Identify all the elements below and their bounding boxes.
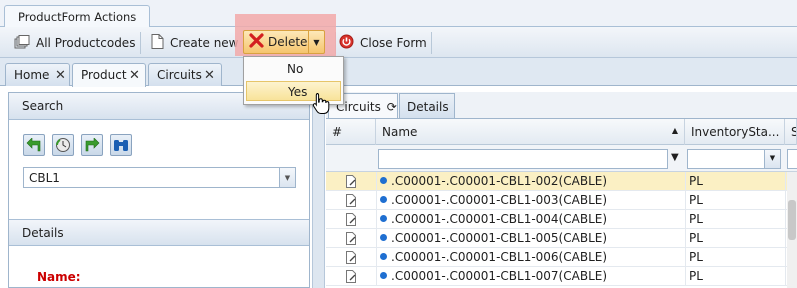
power-icon xyxy=(339,34,354,52)
tab-circuits-label: Circuits xyxy=(157,68,202,82)
binoculars-icon[interactable] xyxy=(110,134,132,156)
chevron-down-icon[interactable]: ▼ xyxy=(764,150,780,168)
chevron-down-icon[interactable]: ▼ xyxy=(308,31,324,53)
column-header-s[interactable]: S xyxy=(785,119,797,145)
edit-icon[interactable] xyxy=(346,251,357,264)
close-icon[interactable]: ✕ xyxy=(129,68,140,83)
grid-header: # Name ▲ InventorySta... S xyxy=(326,119,797,145)
table-row[interactable]: .C00001-.C00001-CBL1-002(CABLE) PL Cl xyxy=(326,172,797,191)
grid-scrollbar-thumb[interactable] xyxy=(788,200,796,240)
all-productcodes-label: All Productcodes xyxy=(36,36,136,50)
tab-details[interactable]: Details xyxy=(399,93,455,118)
tab-home-label: Home xyxy=(14,68,50,82)
row-inventory-cell: PL xyxy=(689,250,703,264)
refresh-clock-icon[interactable] xyxy=(52,134,74,156)
toolbar-separator xyxy=(140,32,141,54)
column-header-name-label: Name xyxy=(382,125,418,139)
left-panel: Search Details xyxy=(8,92,310,288)
row-name-cell: .C00001-.C00001-CBL1-006(CABLE) xyxy=(380,250,607,264)
toolbar: All Productcodes Create new Close Form xyxy=(0,27,797,58)
row-name: .C00001-.C00001-CBL1-005(CABLE) xyxy=(391,231,608,245)
tab-product[interactable]: Product ✕ xyxy=(72,63,146,87)
row-name-cell: .C00001-.C00001-CBL1-003(CABLE) xyxy=(380,193,607,207)
create-new-label: Create new xyxy=(170,36,239,50)
row-inventory-cell: PL xyxy=(689,174,703,188)
forward-arrow-icon[interactable] xyxy=(81,134,103,156)
row-name-cell: .C00001-.C00001-CBL1-004(CABLE) xyxy=(380,212,607,226)
status-dot-icon xyxy=(380,272,387,279)
row-inventory-cell: PL xyxy=(689,193,703,207)
row-name: .C00001-.C00001-CBL1-002(CABLE) xyxy=(391,174,608,188)
status-dot-icon xyxy=(380,234,387,241)
status-dot-icon xyxy=(380,196,387,203)
details-panel-header[interactable]: Details xyxy=(9,219,309,246)
filter-icon[interactable]: ▼ xyxy=(671,152,679,163)
table-row[interactable]: .C00001-.C00001-CBL1-003(CABLE) PL Cl xyxy=(326,191,797,210)
table-row[interactable]: .C00001-.C00001-CBL1-004(CABLE) PL Cl xyxy=(326,210,797,229)
name-filter-input[interactable] xyxy=(378,149,668,169)
right-panel-tabstrip: Circuits ⟳ Details xyxy=(326,92,797,119)
all-productcodes-button[interactable]: All Productcodes xyxy=(14,31,135,55)
row-inventory-cell: PL xyxy=(689,231,703,245)
sort-ascending-icon: ▲ xyxy=(671,126,678,135)
delete-x-icon xyxy=(249,33,264,51)
close-form-label: Close Form xyxy=(360,36,427,50)
row-name: .C00001-.C00001-CBL1-004(CABLE) xyxy=(391,212,608,226)
ribbon-tab-productform-actions[interactable]: ProductForm Actions xyxy=(4,5,150,28)
grid-filter-row: ▼ ▼ xyxy=(326,145,797,172)
row-name: .C00001-.C00001-CBL1-003(CABLE) xyxy=(391,193,608,207)
row-name-cell: .C00001-.C00001-CBL1-002(CABLE) xyxy=(380,174,607,188)
close-form-button[interactable]: Close Form xyxy=(339,31,427,55)
edit-icon[interactable] xyxy=(346,175,357,188)
new-document-icon xyxy=(151,34,164,52)
stack-icon xyxy=(14,34,30,52)
status-dot-icon xyxy=(380,253,387,260)
row-name-cell: .C00001-.C00001-CBL1-007(CABLE) xyxy=(380,269,607,283)
search-dropdown-value: CBL1 xyxy=(29,171,60,185)
menu-item-no[interactable]: No xyxy=(246,59,341,79)
delete-button[interactable]: Delete ▼ xyxy=(243,30,325,54)
tab-circuits[interactable]: Circuits ✕ xyxy=(148,63,222,86)
edit-icon[interactable] xyxy=(346,232,357,245)
column-header-name[interactable]: Name ▲ xyxy=(376,119,685,145)
edit-icon[interactable] xyxy=(346,194,357,207)
row-inventory-cell: PL xyxy=(689,212,703,226)
close-icon[interactable]: ✕ xyxy=(55,68,66,83)
status-dot-icon xyxy=(380,215,387,222)
tab-product-label: Product xyxy=(81,68,127,82)
hand-cursor-icon xyxy=(312,92,330,117)
row-name-cell: .C00001-.C00001-CBL1-005(CABLE) xyxy=(380,231,607,245)
refresh-icon[interactable]: ⟳ xyxy=(387,100,397,114)
row-name: .C00001-.C00001-CBL1-007(CABLE) xyxy=(391,269,608,283)
close-icon[interactable]: ✕ xyxy=(204,68,215,83)
edit-icon[interactable] xyxy=(346,270,357,283)
search-dropdown[interactable]: CBL1 ▼ xyxy=(23,167,296,188)
column-header-index[interactable]: # xyxy=(326,119,376,145)
delete-label: Delete xyxy=(268,35,308,49)
s-filter-input[interactable] xyxy=(787,149,797,169)
page-tabstrip: Home ✕ Product ✕ Circuits ✕ xyxy=(0,58,797,87)
inventory-filter-select[interactable]: ▼ xyxy=(687,149,781,169)
table-row[interactable]: .C00001-.C00001-CBL1-006(CABLE) PL Cl xyxy=(326,248,797,267)
chevron-down-icon[interactable]: ▼ xyxy=(279,168,295,187)
table-row[interactable]: .C00001-.C00001-CBL1-005(CABLE) PL Cl xyxy=(326,229,797,248)
column-header-inventory-status[interactable]: InventorySta... xyxy=(685,119,785,145)
toolbar-separator xyxy=(431,32,432,54)
row-name: .C00001-.C00001-CBL1-006(CABLE) xyxy=(391,250,608,264)
row-inventory-cell: PL xyxy=(689,269,703,283)
create-new-button[interactable]: Create new xyxy=(151,31,239,55)
table-row[interactable]: .C00001-.C00001-CBL1-007(CABLE) PL Cl xyxy=(326,267,797,286)
status-dot-icon xyxy=(380,177,387,184)
edit-icon[interactable] xyxy=(346,213,357,226)
back-arrow-icon[interactable] xyxy=(23,134,45,156)
tab-home[interactable]: Home ✕ xyxy=(5,63,70,86)
name-field-label: Name: xyxy=(37,270,81,284)
